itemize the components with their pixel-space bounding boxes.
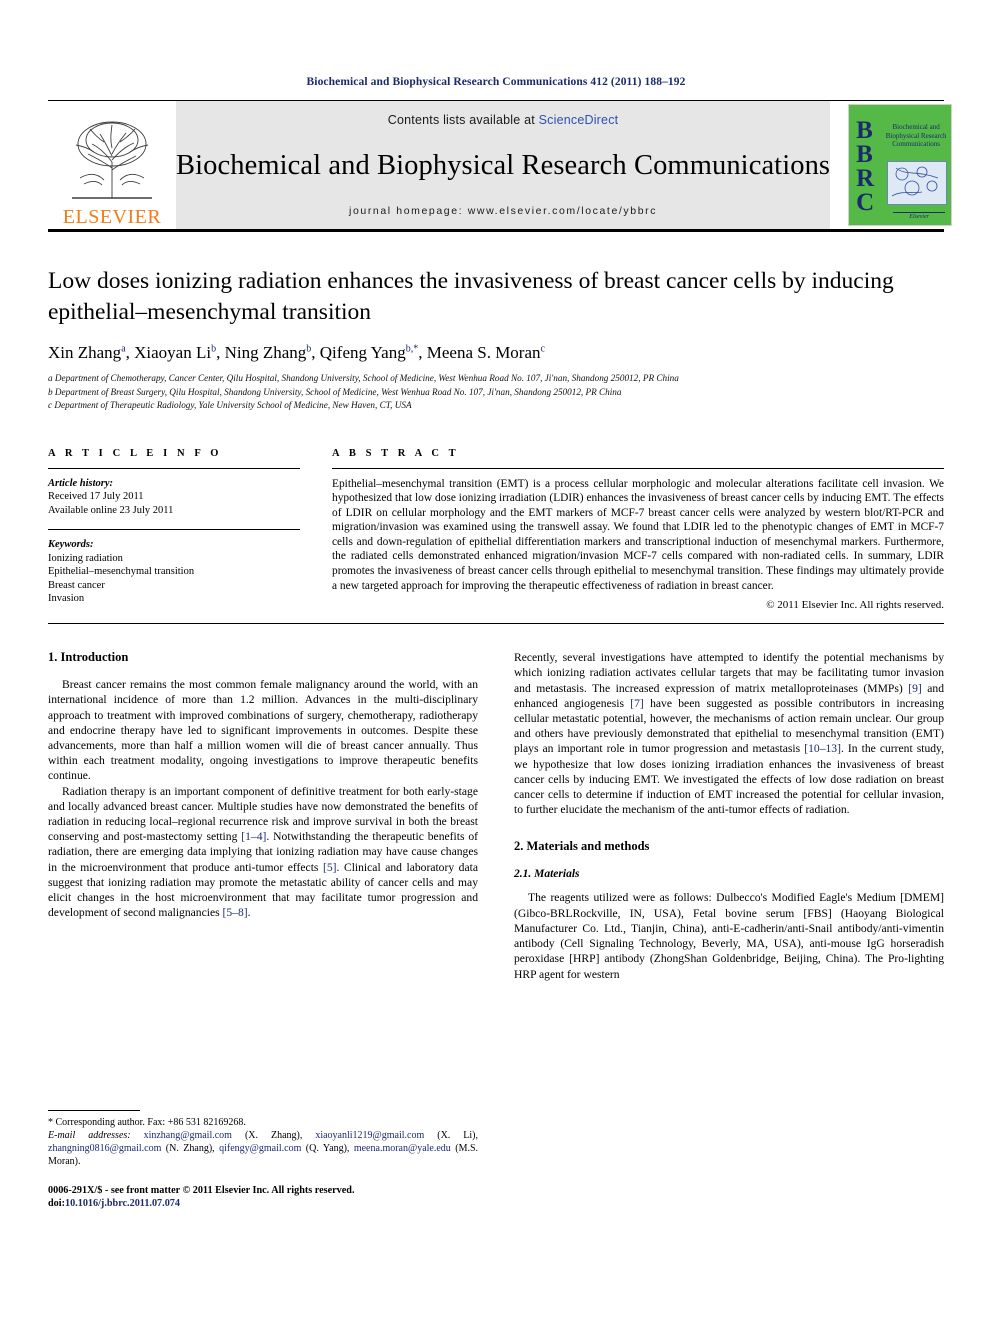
left-column: 1. Introduction Breast cancer remains th…: [48, 650, 478, 1210]
citation-reference[interactable]: [1–4]: [241, 830, 266, 843]
masthead-bottom-rule: [48, 229, 944, 232]
abstract-column: A B S T R A C T Epithelial–mesenchymal t…: [332, 447, 944, 612]
doi-label: doi:: [48, 1198, 65, 1210]
email-person: (N. Zhang): [165, 1143, 213, 1155]
citation-reference[interactable]: [5–8]: [223, 906, 248, 919]
introduction-heading: 1. Introduction: [48, 650, 129, 665]
journal-cover-thumbnail: BBRC Biochemical and Biophysical Researc…: [844, 101, 957, 229]
paragraph: Recently, several investigations have at…: [514, 651, 945, 817]
cover-bbrc-letters: BBRC: [856, 117, 875, 216]
footnote-block: * Corresponding author. Fax: +86 531 821…: [48, 1110, 478, 1210]
email-addresses-note: E-mail addresses: xinzhang@gmail.com (X.…: [48, 1130, 479, 1168]
elsevier-tree-icon: [72, 121, 152, 199]
journal-masthead: ELSEVIER Contents lists available at Sci…: [48, 100, 957, 229]
author-affiliation-marker: b: [306, 343, 312, 355]
running-head: Biochemical and Biophysical Research Com…: [306, 76, 686, 88]
page-title: Low doses ionizing radiation enhances th…: [48, 268, 894, 325]
author-list: Xin Zhanga, Xiaoyan Lib, Ning Zhangb, Qi…: [48, 343, 545, 362]
keyword-item: Invasion: [48, 593, 85, 604]
author-affiliation-marker: a: [121, 343, 126, 355]
email-link[interactable]: xinzhang@gmail.com: [144, 1130, 232, 1141]
contents-available-line: Contents lists available at ScienceDirec…: [388, 113, 619, 127]
citation-reference[interactable]: [10–13]: [804, 742, 841, 755]
journal-homepage-link[interactable]: journal homepage: www.elsevier.com/locat…: [349, 205, 657, 217]
email-link[interactable]: xiaoyanli1219@gmail.com: [315, 1130, 424, 1141]
materials-subheading: 2.1. Materials: [514, 868, 580, 881]
doi-link[interactable]: 10.1016/j.bbrc.2011.07.074: [65, 1198, 180, 1209]
keywords-heading: Keywords:: [48, 539, 94, 550]
citation-reference[interactable]: [5]: [323, 861, 337, 874]
corresponding-author-note: * Corresponding author. Fax: +86 531 821…: [48, 1117, 246, 1129]
abstract-bottom-rule: [48, 623, 944, 625]
keyword-item: Breast cancer: [48, 579, 105, 591]
email-link[interactable]: meena.moran@yale.edu: [354, 1143, 451, 1154]
title-block: Low doses ionizing radiation enhances th…: [48, 266, 944, 412]
footnote-rule: [48, 1110, 140, 1112]
author-affiliation-marker: b: [211, 343, 217, 355]
email-link[interactable]: qifengy@gmail.com: [219, 1143, 301, 1154]
paragraph: The reagents utilized were as follows: D…: [514, 891, 944, 981]
divider: [332, 467, 944, 469]
cover-image: BBRC Biochemical and Biophysical Researc…: [848, 104, 953, 226]
keywords-block: Keywords: Ionizing radiation Epithelial–…: [48, 538, 300, 606]
paragraph: Breast cancer remains the most common fe…: [48, 678, 478, 783]
elsevier-wordmark: ELSEVIER: [62, 206, 162, 228]
author-affiliation-marker: b,*: [405, 343, 419, 355]
cover-artwork: [887, 161, 948, 205]
article-info-column: A R T I C L E I N F O Article history: R…: [48, 448, 300, 612]
body-columns: 1. Introduction Breast cancer remains th…: [48, 650, 944, 1210]
sciencedirect-link[interactable]: ScienceDirect: [539, 113, 619, 127]
abstract-copyright: © 2011 Elsevier Inc. All rights reserved…: [766, 599, 944, 612]
received-date: Received 17 July 2011: [48, 491, 144, 502]
email-link[interactable]: zhangning0816@gmail.com: [48, 1143, 161, 1154]
author-affiliation-marker: c: [540, 343, 545, 355]
available-online-date: Available online 23 July 2011: [48, 504, 174, 516]
right-column: Recently, several investigations have at…: [514, 650, 944, 1210]
affiliation-item: c Department of Therapeutic Radiology, Y…: [48, 400, 412, 410]
email-label: E-mail addresses:: [48, 1130, 131, 1142]
citation-reference[interactable]: [9]: [908, 682, 922, 695]
article-info-label: A R T I C L E I N F O: [48, 447, 223, 459]
article-history: Article history: Received 17 July 2011 A…: [48, 477, 300, 518]
affiliation-list: a Department of Chemotherapy, Cancer Cen…: [48, 372, 944, 412]
divider: [48, 467, 300, 469]
elsevier-logo: ELSEVIER: [48, 101, 176, 229]
abstract-label: A B S T R A C T: [332, 447, 460, 459]
divider: [48, 529, 300, 530]
keyword-item: Ionizing radiation: [48, 552, 123, 564]
affiliation-item: b Department of Breast Surgery, Qilu Hos…: [48, 386, 622, 397]
issn-line: 0006-291X/$ - see front matter © 2011 El…: [48, 1185, 355, 1197]
paragraph: Radiation therapy is an important compon…: [48, 784, 479, 920]
doi-line: doi:10.1016/j.bbrc.2011.07.074: [48, 1197, 478, 1210]
email-person: (X. Li): [437, 1130, 476, 1142]
email-person: (X. Zhang): [244, 1130, 300, 1142]
article-page: Biochemical and Biophysical Research Com…: [0, 0, 992, 1323]
imprint-block: 0006-291X/$ - see front matter © 2011 El…: [48, 1184, 478, 1210]
article-history-heading: Article history:: [48, 477, 114, 489]
abstract-text: Epithelial–mesenchymal transition (EMT) …: [332, 477, 944, 592]
citation-reference[interactable]: [7]: [630, 697, 644, 710]
cover-cell-illustration-icon: [891, 166, 939, 197]
affiliation-item: a Department of Chemotherapy, Cancer Cen…: [48, 373, 679, 383]
contents-prefix: Contents lists available at: [387, 113, 539, 127]
journal-band: Contents lists available at ScienceDirec…: [176, 101, 831, 229]
keyword-item: Epithelial–mesenchymal transition: [48, 566, 195, 577]
cover-publisher: Elsevier: [893, 212, 946, 220]
info-abstract-row: A R T I C L E I N F O Article history: R…: [48, 447, 944, 612]
journal-title: Biochemical and Biophysical Research Com…: [176, 150, 831, 181]
email-person: (Q. Yang): [305, 1143, 347, 1155]
materials-methods-heading: 2. Materials and methods: [514, 839, 650, 854]
cover-journal-title: Biochemical and Biophysical Research Com…: [885, 123, 947, 148]
